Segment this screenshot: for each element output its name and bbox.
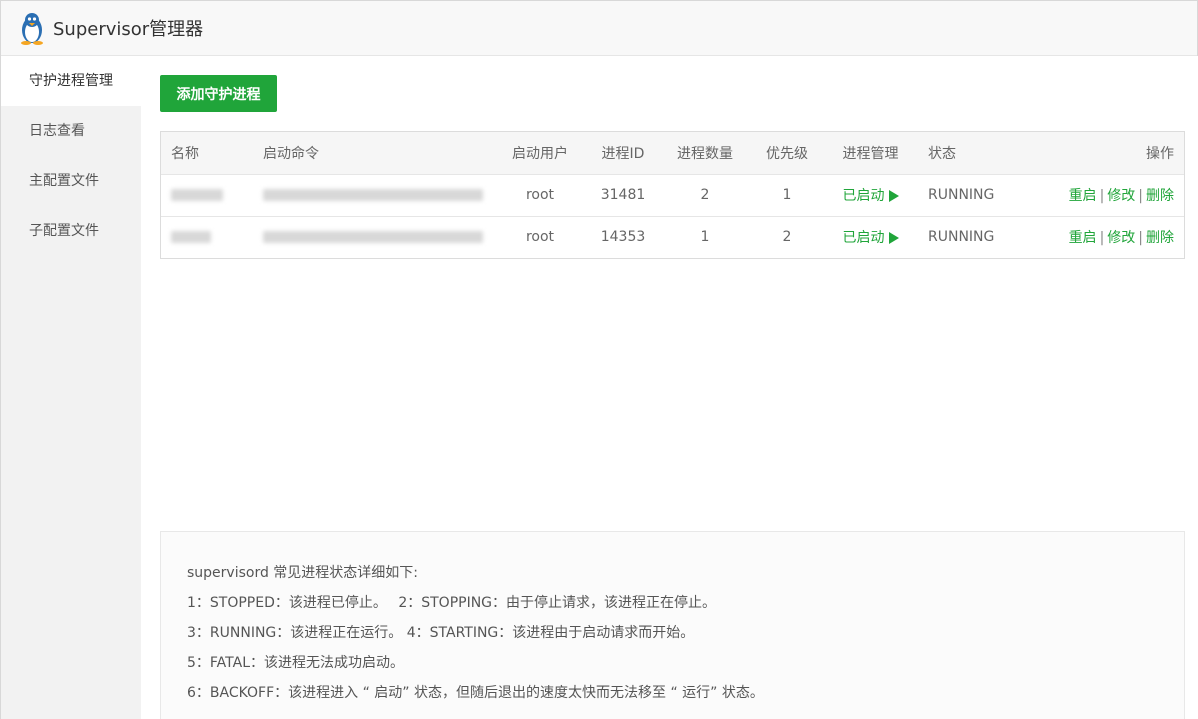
manage-status-label: 已启动	[842, 230, 885, 247]
penguin-icon	[21, 13, 43, 45]
header-name: 名称	[171, 145, 199, 162]
row-manage-toggle[interactable]: 已启动	[823, 174, 918, 216]
header-count: 进程数量	[677, 145, 733, 162]
row-pid: 31481	[600, 187, 646, 203]
op-separator: |	[1138, 188, 1143, 204]
sidebar-item-sub-config[interactable]: 子配置文件	[1, 206, 141, 256]
info-line: 1：STOPPED：该进程已停止。 2：STOPPING：由于停止请求，该进程正…	[187, 595, 717, 611]
main-panel: 添加守护进程 名称 启动命令 启动用户 进程ID 进程数量 优先级 进程管理 状…	[141, 56, 1198, 719]
edit-link[interactable]: 修改	[1107, 230, 1135, 246]
play-icon	[888, 190, 899, 202]
row-ops: 重启 | 修改 | 删除	[1028, 174, 1184, 216]
row-command-redacted	[253, 216, 493, 258]
info-heading: supervisord 常见进程状态详细如下:	[187, 565, 419, 581]
op-separator: |	[1099, 230, 1105, 247]
sidebar-item-daemon-manage[interactable]: 守护进程管理	[1, 56, 141, 106]
info-line: 6：BACKOFF：该进程进入 “ 启动” 状态，但随后退出的速度太快而无法移至…	[187, 685, 764, 701]
row-status: RUNNING	[928, 229, 995, 246]
op-separator: |	[1138, 230, 1143, 247]
row-status: RUNNING	[928, 187, 995, 203]
row-ops: 重启 | 修改 | 删除	[1028, 216, 1184, 258]
edit-link[interactable]: 修改	[1107, 188, 1135, 204]
row-command-redacted	[253, 174, 493, 216]
row-name-redacted	[161, 216, 253, 258]
header-pid: 进程ID	[601, 145, 645, 162]
manage-status-label: 已启动	[842, 188, 885, 204]
header-ops: 操作	[1146, 145, 1174, 162]
row-priority: 2	[782, 229, 792, 246]
header-manage: 进程管理	[842, 145, 899, 162]
table-row: root 31481 2 1 已启动 RUNNING 重启 | 修改 | 删除	[161, 174, 1184, 216]
process-table: 名称 启动命令 启动用户 进程ID 进程数量 优先级 进程管理 状态 操作 ro…	[160, 131, 1185, 259]
row-count: 2	[700, 187, 710, 203]
row-name-redacted	[161, 174, 253, 216]
row-count: 1	[700, 229, 710, 246]
info-line: 5：FATAL：该进程无法成功启动。	[187, 655, 405, 671]
header-user: 启动用户	[512, 145, 568, 162]
delete-link[interactable]: 删除	[1146, 188, 1174, 204]
add-daemon-button[interactable]: 添加守护进程	[160, 75, 277, 112]
sidebar-item-log-view[interactable]: 日志查看	[1, 106, 141, 156]
row-user: root	[525, 229, 555, 246]
row-user: root	[525, 187, 555, 203]
delete-link[interactable]: 删除	[1146, 230, 1174, 246]
header-status: 状态	[928, 145, 956, 162]
sidebar-item-main-config[interactable]: 主配置文件	[1, 156, 141, 206]
info-line: 3：RUNNING：该进程正在运行。 4：STARTING：该进程由于启动请求而…	[187, 625, 695, 641]
row-manage-toggle[interactable]: 已启动	[823, 216, 918, 258]
status-info-box: supervisord 常见进程状态详细如下: 1：STOPPED：该进程已停止…	[160, 531, 1185, 719]
row-pid: 14353	[600, 229, 646, 246]
supervisor-window: Supervisor管理器 守护进程管理 日志查看 主配置文件 子配置文件 添加…	[0, 0, 1198, 719]
restart-link[interactable]: 重启	[1069, 188, 1097, 204]
header-priority: 优先级	[766, 145, 808, 162]
sidebar: 守护进程管理 日志查看 主配置文件 子配置文件	[1, 56, 141, 719]
window-title: Supervisor管理器	[53, 19, 204, 40]
row-priority: 1	[782, 187, 792, 203]
table-row: root 14353 1 2 已启动 RUNNING 重启 | 修改 | 删除	[161, 216, 1184, 258]
play-icon	[888, 232, 899, 245]
restart-link[interactable]: 重启	[1069, 230, 1097, 246]
title-bar: Supervisor管理器	[1, 1, 1197, 56]
header-command: 启动命令	[263, 145, 319, 162]
op-separator: |	[1099, 188, 1105, 204]
table-header-row: 名称 启动命令 启动用户 进程ID 进程数量 优先级 进程管理 状态 操作	[161, 132, 1184, 174]
